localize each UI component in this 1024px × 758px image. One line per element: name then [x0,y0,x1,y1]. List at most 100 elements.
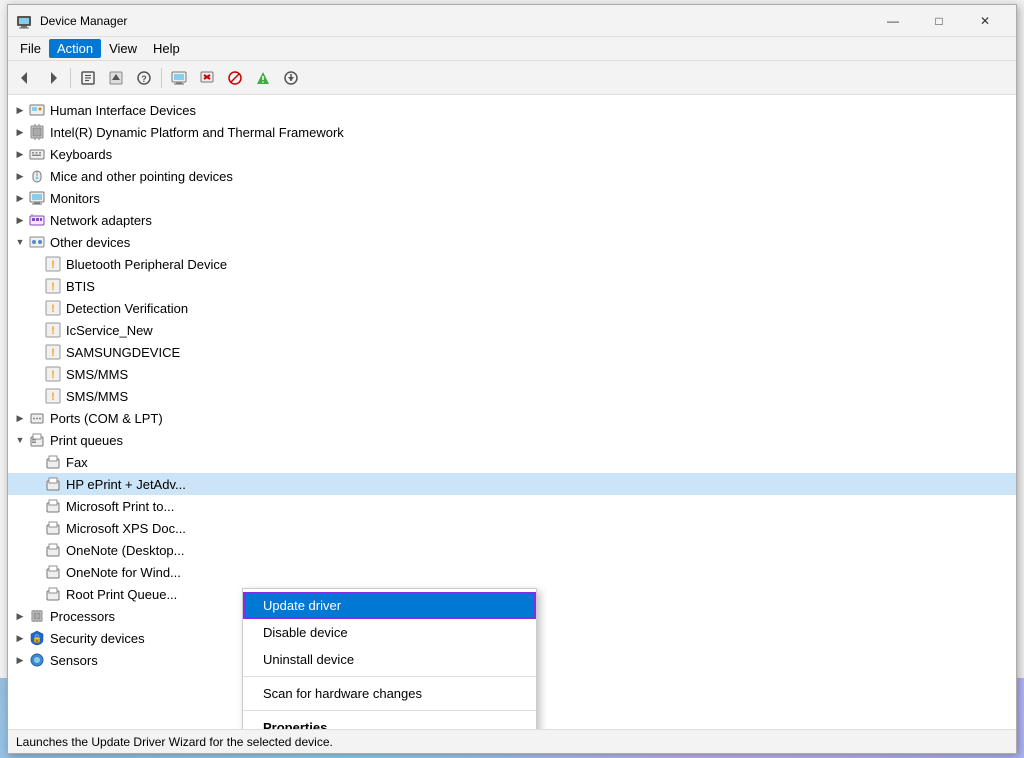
maximize-button[interactable]: □ [916,5,962,37]
label-btis: BTIS [66,279,95,294]
svg-text:!: ! [51,281,55,293]
icon-monitors [28,189,46,207]
tree-item-keyboards[interactable]: ▶ Keyboards [8,143,1016,165]
tree-item-human-interface[interactable]: ▶ Human Interface Devices [8,99,1016,121]
tree-item-onenote-win[interactable]: ▶ OneNote for Wind... [8,561,1016,583]
icon-ports [28,409,46,427]
window-controls: — □ ✕ [870,5,1008,37]
icon-detection-warn: ! [44,299,62,317]
ctx-scan-hardware[interactable]: Scan for hardware changes [243,680,536,707]
expander-network[interactable]: ▶ [12,212,28,228]
svg-text:🔒: 🔒 [32,634,42,643]
menu-view[interactable]: View [101,39,145,58]
window-icon [16,13,32,29]
svg-text:?: ? [141,74,147,84]
close-button[interactable]: ✕ [962,5,1008,37]
svg-text:!: ! [51,391,55,403]
menu-action[interactable]: Action [49,39,101,58]
scan-toolbar-btn[interactable] [250,65,276,91]
icon-onenote-win [44,563,62,581]
expander-keyboards[interactable]: ▶ [12,146,28,162]
ctx-update-driver[interactable]: Update driver [243,592,536,619]
icon-samsung-warn: ! [44,343,62,361]
expander-monitors[interactable]: ▶ [12,190,28,206]
label-ms-xps: Microsoft XPS Doc... [66,521,186,536]
minimize-button[interactable]: — [870,5,916,37]
icon-other [28,233,46,251]
icon-icservice-warn: ! [44,321,62,339]
expander-sensors[interactable]: ▶ [12,652,28,668]
context-menu: Update driver Disable device Uninstall d… [242,588,537,729]
tree-item-network[interactable]: ▶ Network adapters [8,209,1016,231]
icon-security: 🔒 [28,629,46,647]
icon-root-print [44,585,62,603]
menu-help[interactable]: Help [145,39,188,58]
icon-btis-warn: ! [44,277,62,295]
icon-intel [28,123,46,141]
tree-item-monitors[interactable]: ▶ Monitors [8,187,1016,209]
download-toolbar-btn[interactable] [278,65,304,91]
device-tree[interactable]: ▶ Human Interface Devices ▶ Intel(R) Dyn… [8,95,1016,729]
device-manager-icon-btn[interactable] [166,65,192,91]
toolbar-sep-1 [70,68,71,88]
properties-toolbar-btn[interactable] [75,65,101,91]
ctx-disable-device[interactable]: Disable device [243,619,536,646]
tree-item-ports[interactable]: ▶ Ports (COM & LPT) [8,407,1016,429]
back-toolbar-btn[interactable] [12,65,38,91]
tree-item-icservice[interactable]: ▶ ! IcService_New [8,319,1016,341]
tree-item-hp-eprint[interactable]: ▶ HP ePrint + JetAdv... [8,473,1016,495]
tree-item-fax[interactable]: ▶ Fax [8,451,1016,473]
update-driver-toolbar-btn[interactable] [103,65,129,91]
tree-item-intel[interactable]: ▶ Intel(R) Dynamic Platform and Thermal … [8,121,1016,143]
icon-hp-eprint [44,475,62,493]
label-hp-eprint: HP ePrint + JetAdv... [66,477,186,492]
tree-item-ms-xps[interactable]: ▶ Microsoft XPS Doc... [8,517,1016,539]
tree-item-btis[interactable]: ▶ ! BTIS [8,275,1016,297]
expander-other[interactable]: ▼ [12,234,28,250]
tree-item-onenote-desktop[interactable]: ▶ OneNote (Desktop... [8,539,1016,561]
expander-mice[interactable]: ▶ [12,168,28,184]
tree-item-other[interactable]: ▼ Other devices [8,231,1016,253]
tree-item-smsmms1[interactable]: ▶ ! SMS/MMS [8,363,1016,385]
status-bar: Launches the Update Driver Wizard for th… [8,729,1016,753]
expander-security[interactable]: ▶ [12,630,28,646]
device-manager-window: Device Manager — □ ✕ File Action View He… [7,4,1017,754]
icon-mice [28,167,46,185]
expander-human-interface[interactable]: ▶ [12,102,28,118]
toolbar: ? [8,61,1016,95]
title-bar: Device Manager — □ ✕ [8,5,1016,37]
expander-ports[interactable]: ▶ [12,410,28,426]
uninstall-toolbar-btn[interactable] [194,65,220,91]
icon-human-interface [28,101,46,119]
icon-print-queues [28,431,46,449]
help-toolbar-btn[interactable]: ? [131,65,157,91]
label-samsung: SAMSUNGDEVICE [66,345,180,360]
label-smsmms1: SMS/MMS [66,367,128,382]
menu-file[interactable]: File [12,39,49,58]
disable-toolbar-btn[interactable] [222,65,248,91]
tree-item-bluetooth[interactable]: ▶ ! Bluetooth Peripheral Device [8,253,1016,275]
expander-processors[interactable]: ▶ [12,608,28,624]
tree-item-detection[interactable]: ▶ ! Detection Verification [8,297,1016,319]
label-processors: Processors [50,609,115,624]
icon-ms-xps [44,519,62,537]
label-ms-print: Microsoft Print to... [66,499,174,514]
forward-toolbar-btn[interactable] [40,65,66,91]
label-ports: Ports (COM & LPT) [50,411,163,426]
ctx-properties[interactable]: Properties [243,714,536,729]
label-security: Security devices [50,631,145,646]
expander-print-queues[interactable]: ▼ [12,432,28,448]
tree-item-ms-print[interactable]: ▶ Microsoft Print to... [8,495,1016,517]
icon-ms-print [44,497,62,515]
label-icservice: IcService_New [66,323,153,338]
icon-fax [44,453,62,471]
label-human-interface: Human Interface Devices [50,103,196,118]
tree-item-mice[interactable]: ▶ Mice and other pointing devices [8,165,1016,187]
expander-intel[interactable]: ▶ [12,124,28,140]
tree-item-print-queues[interactable]: ▼ Print queues [8,429,1016,451]
ctx-uninstall-device[interactable]: Uninstall device [243,646,536,673]
label-monitors: Monitors [50,191,100,206]
icon-sensors [28,651,46,669]
tree-item-smsmms2[interactable]: ▶ ! SMS/MMS [8,385,1016,407]
tree-item-samsung[interactable]: ▶ ! SAMSUNGDEVICE [8,341,1016,363]
